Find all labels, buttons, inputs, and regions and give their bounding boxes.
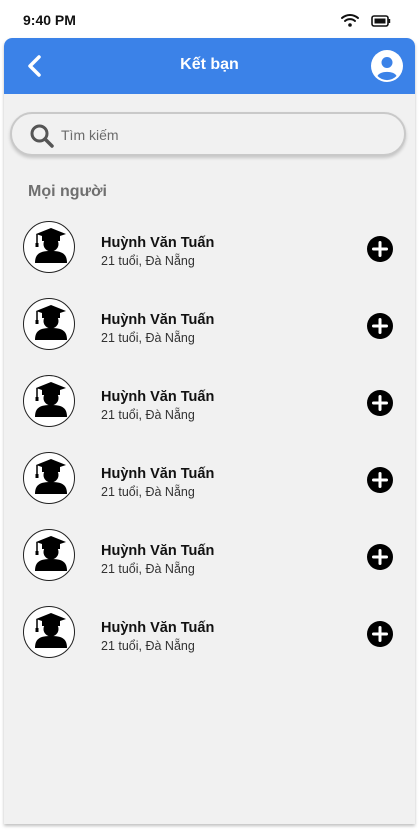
search-input[interactable]	[61, 124, 381, 146]
person-info: 21 tuổi, Đà Nẵng	[101, 408, 195, 422]
search-icon	[29, 123, 55, 149]
person-list-item[interactable]: Huỳnh Văn Tuấn 21 tuổi, Đà Nẵng	[4, 295, 415, 372]
add-circle-icon	[367, 467, 393, 493]
person-list-item[interactable]: Huỳnh Văn Tuấn 21 tuổi, Đà Nẵng	[4, 526, 415, 603]
battery-icon	[371, 14, 391, 32]
section-title: Mọi người	[28, 183, 107, 200]
graduate-avatar-icon	[35, 536, 67, 571]
add-friend-button[interactable]	[366, 389, 394, 417]
app-screen: Kết bạn Mọi người	[4, 38, 415, 824]
graduate-avatar-icon	[35, 228, 67, 263]
graduate-avatar-icon	[35, 459, 67, 494]
add-friend-button[interactable]	[366, 235, 394, 263]
avatar	[23, 452, 75, 504]
search-bar	[10, 112, 406, 156]
add-friend-button[interactable]	[366, 543, 394, 571]
graduate-avatar-icon	[35, 382, 67, 417]
avatar	[23, 298, 75, 350]
person-info: 21 tuổi, Đà Nẵng	[101, 485, 195, 499]
add-circle-icon	[367, 236, 393, 262]
app-header: Kết bạn	[4, 38, 415, 94]
avatar	[23, 375, 75, 427]
person-list-item[interactable]: Huỳnh Văn Tuấn 21 tuổi, Đà Nẵng	[4, 218, 415, 295]
add-circle-icon	[367, 621, 393, 647]
person-info: 21 tuổi, Đà Nẵng	[101, 562, 195, 576]
add-friend-button[interactable]	[366, 312, 394, 340]
person-name: Huỳnh Văn Tuấn	[101, 466, 215, 482]
person-info: 21 tuổi, Đà Nẵng	[101, 639, 195, 653]
add-friend-button[interactable]	[366, 620, 394, 648]
status-time: 9:40 PM	[23, 12, 76, 28]
person-name: Huỳnh Văn Tuấn	[101, 235, 215, 251]
add-circle-icon	[367, 313, 393, 339]
wifi-icon	[341, 13, 359, 32]
person-name: Huỳnh Văn Tuấn	[101, 543, 215, 559]
person-list-item[interactable]: Huỳnh Văn Tuấn 21 tuổi, Đà Nẵng	[4, 372, 415, 449]
add-friend-button[interactable]	[366, 466, 394, 494]
people-list: Huỳnh Văn Tuấn 21 tuổi, Đà Nẵng Huỳnh Vă…	[4, 218, 415, 680]
status-icons	[341, 13, 391, 32]
add-circle-icon	[367, 544, 393, 570]
person-name: Huỳnh Văn Tuấn	[101, 312, 215, 328]
avatar	[23, 221, 75, 273]
status-bar: 9:40 PM	[0, 0, 419, 38]
add-circle-icon	[367, 390, 393, 416]
person-info: 21 tuổi, Đà Nẵng	[101, 331, 195, 345]
person-name: Huỳnh Văn Tuấn	[101, 389, 215, 405]
person-name: Huỳnh Văn Tuấn	[101, 620, 215, 636]
profile-button[interactable]	[371, 50, 403, 82]
person-list-item[interactable]: Huỳnh Văn Tuấn 21 tuổi, Đà Nẵng	[4, 603, 415, 680]
person-info: 21 tuổi, Đà Nẵng	[101, 254, 195, 268]
phone-frame: 9:40 PM Kết bạn Tìm kiếm Mọi người Huỳnh…	[0, 0, 419, 831]
avatar	[23, 529, 75, 581]
user-circle-icon	[371, 50, 403, 82]
graduate-avatar-icon	[35, 305, 67, 340]
graduate-avatar-icon	[35, 613, 67, 648]
page-title: Kết bạn	[180, 56, 239, 73]
person-list-item[interactable]: Huỳnh Văn Tuấn 21 tuổi, Đà Nẵng	[4, 449, 415, 526]
avatar	[23, 606, 75, 658]
